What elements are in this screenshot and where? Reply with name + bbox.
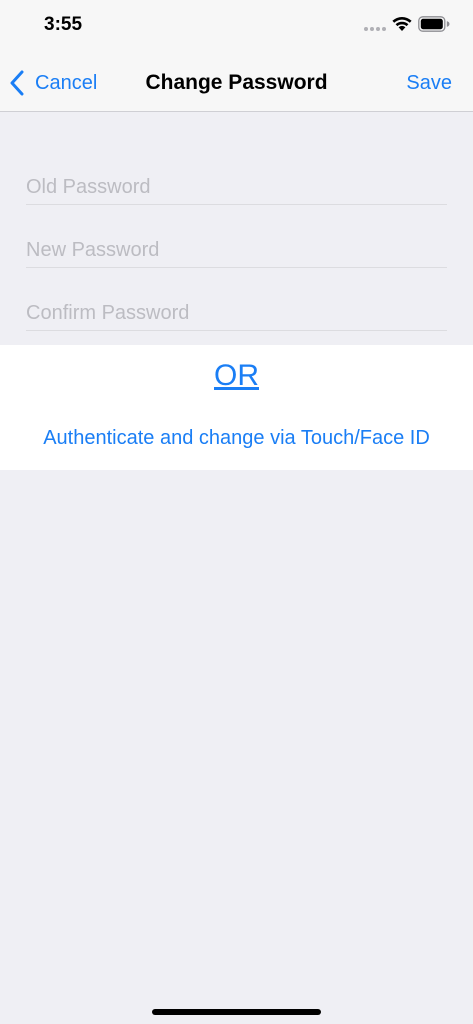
biometric-auth-button[interactable]: Authenticate and change via Touch/Face I… xyxy=(0,427,473,450)
new-password-row xyxy=(26,234,447,268)
battery-icon xyxy=(418,16,450,32)
change-password-screen: 3:55 Cancel Change Password Save OR Auth… xyxy=(0,0,473,1024)
old-password-row xyxy=(26,171,447,205)
alternative-auth-panel: OR Authenticate and change via Touch/Fac… xyxy=(0,345,473,470)
old-password-field[interactable] xyxy=(26,171,447,204)
confirm-password-field[interactable] xyxy=(26,297,447,330)
status-bar: 3:55 xyxy=(0,0,473,52)
navigation-bar: Cancel Change Password Save xyxy=(0,52,473,112)
confirm-password-row xyxy=(26,297,447,331)
page-title: Change Password xyxy=(145,71,328,94)
wifi-icon xyxy=(392,16,412,31)
new-password-field[interactable] xyxy=(26,234,447,267)
signal-dots-icon xyxy=(364,27,386,31)
save-button[interactable]: Save xyxy=(406,72,452,95)
or-link[interactable]: OR xyxy=(0,359,473,393)
status-time: 3:55 xyxy=(44,14,83,35)
home-indicator[interactable] xyxy=(152,1009,321,1015)
